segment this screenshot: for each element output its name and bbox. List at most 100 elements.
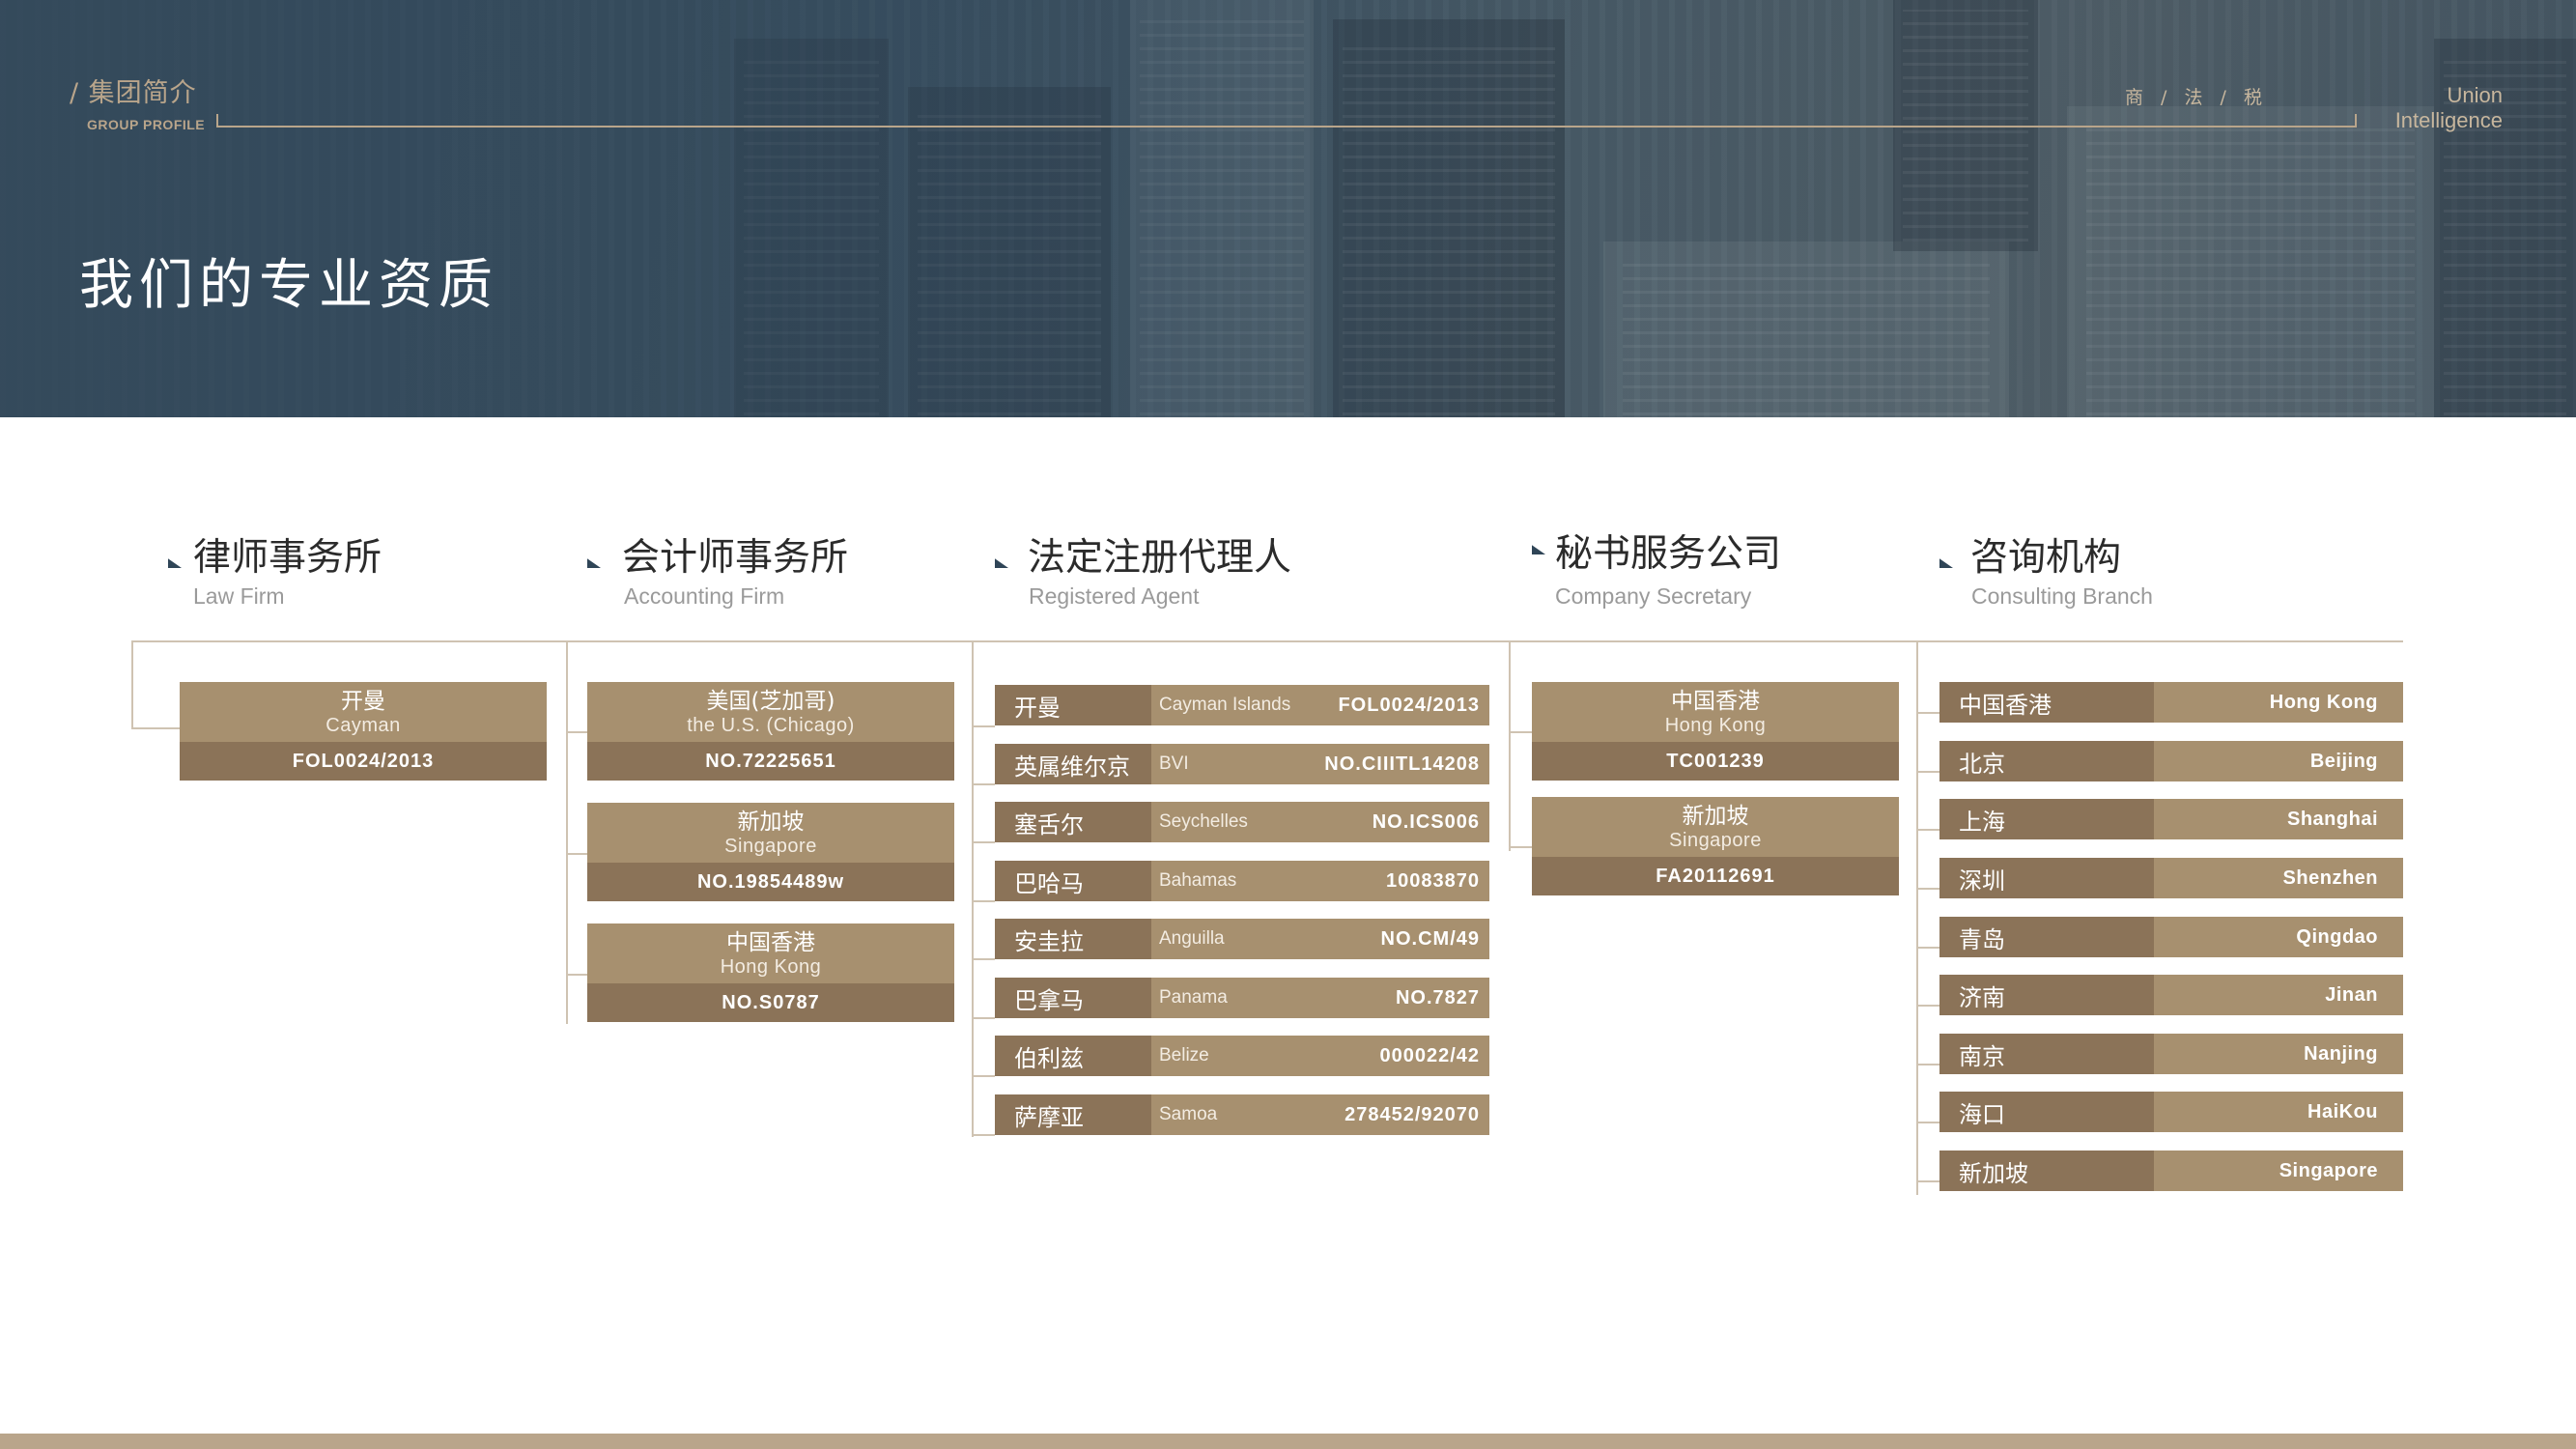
- row-license-code: NO.CM/49: [1380, 927, 1480, 950]
- bullet-icon: [995, 558, 1008, 568]
- card-region-en: the U.S. (Chicago): [687, 714, 855, 736]
- list-item: 开曼 Cayman Islands FOL0024/2013: [995, 685, 1489, 725]
- card-region-en: Singapore: [1669, 829, 1762, 851]
- list-item: 巴哈马 Bahamas 10083870: [995, 861, 1489, 901]
- bullet-icon: [587, 558, 601, 568]
- list-item: 海口 HaiKou: [1939, 1092, 2403, 1132]
- credential-card: 中国香港 Hong Kong NO.S0787: [587, 923, 954, 1022]
- card-license-code: FOL0024/2013: [180, 742, 547, 781]
- category-title: 会计师事务所: [622, 536, 849, 580]
- row-city-en: Hong Kong: [2269, 691, 2378, 713]
- card-license-code: NO.72225651: [587, 742, 954, 781]
- row-license-code: 278452/92070: [1345, 1103, 1480, 1125]
- list-item: 济南 Jinan: [1939, 975, 2403, 1015]
- row-region-cn: 巴哈马: [995, 861, 1151, 901]
- row-city-en: Nanjing: [2304, 1042, 2378, 1065]
- list-item: 塞舌尔 Seychelles NO.ICS006: [995, 802, 1489, 842]
- row-region-cn: 伯利兹: [995, 1036, 1151, 1076]
- card-region-cn: 美国(芝加哥): [706, 688, 835, 714]
- page-title: 我们的专业资质: [79, 254, 498, 317]
- row-region-cn: 开曼: [995, 685, 1151, 725]
- list-item: 北京 Beijing: [1939, 741, 2403, 781]
- row-city-en: Beijing: [2309, 750, 2378, 772]
- row-city-en: Qingdao: [2296, 925, 2378, 948]
- card-region-cn: 开曼: [341, 688, 385, 714]
- list-item: 南京 Nanjing: [1939, 1034, 2403, 1074]
- row-license-code: FOL0024/2013: [1338, 694, 1480, 716]
- credential-card: 开曼 Cayman FOL0024/2013: [180, 682, 547, 781]
- section-label: / 集团简介: [70, 78, 197, 108]
- footer-bar: [0, 1434, 2576, 1449]
- row-city-en: Singapore: [2279, 1159, 2378, 1181]
- row-license-code: NO.CIIITL14208: [1324, 753, 1480, 775]
- row-region-cn: 安圭拉: [995, 919, 1151, 959]
- card-region-cn: 中国香港: [726, 929, 815, 955]
- row-region-en: BVI: [1159, 753, 1189, 774]
- card-region-en: Hong Kong: [1664, 714, 1767, 736]
- row-region-en: Cayman Islands: [1159, 695, 1291, 715]
- card-region-cn: 新加坡: [737, 809, 805, 835]
- row-license-code: NO.ICS006: [1372, 810, 1480, 833]
- header-banner: / 集团简介 GROUP PROFILE 商 / 法 / 税 Union Int…: [0, 0, 2576, 417]
- brand-line-1: Union: [2447, 83, 2503, 107]
- bullet-icon: [1532, 545, 1545, 554]
- row-city-en: Shenzhen: [2282, 867, 2378, 889]
- list-item: 上海 Shanghai: [1939, 799, 2403, 839]
- credential-card: 中国香港 Hong Kong TC001239: [1532, 682, 1899, 781]
- category-title: 咨询机构: [1970, 536, 2122, 580]
- row-region-cn: 上海: [1939, 799, 2154, 839]
- list-item: 深圳 Shenzhen: [1939, 858, 2403, 898]
- card-license-code: FA20112691: [1532, 857, 1899, 895]
- list-item: 巴拿马 Panama NO.7827: [995, 978, 1489, 1018]
- row-region-cn: 济南: [1939, 975, 2154, 1015]
- list-item: 萨摩亚 Samoa 278452/92070: [995, 1094, 1489, 1135]
- row-city-en: Jinan: [2325, 983, 2378, 1006]
- row-region-en: Anguilla: [1159, 928, 1225, 949]
- list-item: 伯利兹 Belize 000022/42: [995, 1036, 1489, 1076]
- row-region-en: Bahamas: [1159, 870, 1237, 891]
- row-region-cn: 英属维尔京: [995, 744, 1151, 784]
- row-region-cn: 北京: [1939, 741, 2154, 781]
- card-license-code: NO.19854489w: [587, 863, 954, 901]
- list-item: 中国香港 Hong Kong: [1939, 682, 2403, 723]
- row-region-cn: 萨摩亚: [995, 1094, 1151, 1135]
- card-license-code: TC001239: [1532, 742, 1899, 781]
- category-title: 律师事务所: [193, 536, 382, 580]
- card-region-en: Hong Kong: [720, 955, 822, 978]
- row-region-en: Panama: [1159, 987, 1228, 1008]
- row-city-en: HaiKou: [2307, 1100, 2378, 1122]
- row-region-cn: 南京: [1939, 1034, 2154, 1074]
- row-region-en: Belize: [1159, 1045, 1209, 1065]
- row-region-en: Samoa: [1159, 1104, 1218, 1124]
- card-license-code: NO.S0787: [587, 983, 954, 1022]
- card-region-cn: 中国香港: [1671, 688, 1760, 714]
- category-subtitle: Law Firm: [193, 583, 285, 609]
- category-subtitle: Company Secretary: [1555, 583, 1752, 609]
- header-tags: 商 / 法 / 税: [2125, 87, 2268, 108]
- row-region-cn: 新加坡: [1939, 1151, 2154, 1191]
- category-subtitle: Registered Agent: [1029, 583, 1200, 609]
- header-divider: [216, 114, 2357, 128]
- credential-card: 美国(芝加哥) the U.S. (Chicago) NO.72225651: [587, 682, 954, 781]
- brand-logo: Union Intelligence: [2395, 83, 2503, 133]
- list-item: 安圭拉 Anguilla NO.CM/49: [995, 919, 1489, 959]
- row-license-code: NO.7827: [1395, 986, 1480, 1009]
- row-region-cn: 巴拿马: [995, 978, 1151, 1018]
- list-item: 青岛 Qingdao: [1939, 917, 2403, 957]
- category-subtitle: Consulting Branch: [1971, 583, 2153, 609]
- card-region-en: Cayman: [326, 714, 401, 736]
- row-license-code: 10083870: [1386, 869, 1480, 892]
- bullet-icon: [1939, 558, 1953, 568]
- row-region-cn: 青岛: [1939, 917, 2154, 957]
- row-region-cn: 深圳: [1939, 858, 2154, 898]
- list-item: 新加坡 Singapore: [1939, 1151, 2403, 1191]
- row-region-cn: 中国香港: [1939, 682, 2154, 723]
- brand-line-2: Intelligence: [2394, 108, 2503, 132]
- divider-line: [131, 640, 2403, 642]
- credential-card: 新加坡 Singapore FA20112691: [1532, 797, 1899, 895]
- category-title: 秘书服务公司: [1555, 532, 1782, 576]
- row-license-code: 000022/42: [1379, 1044, 1480, 1066]
- row-region-en: Seychelles: [1159, 811, 1248, 832]
- card-region-en: Singapore: [724, 835, 817, 857]
- bullet-icon: [168, 558, 182, 568]
